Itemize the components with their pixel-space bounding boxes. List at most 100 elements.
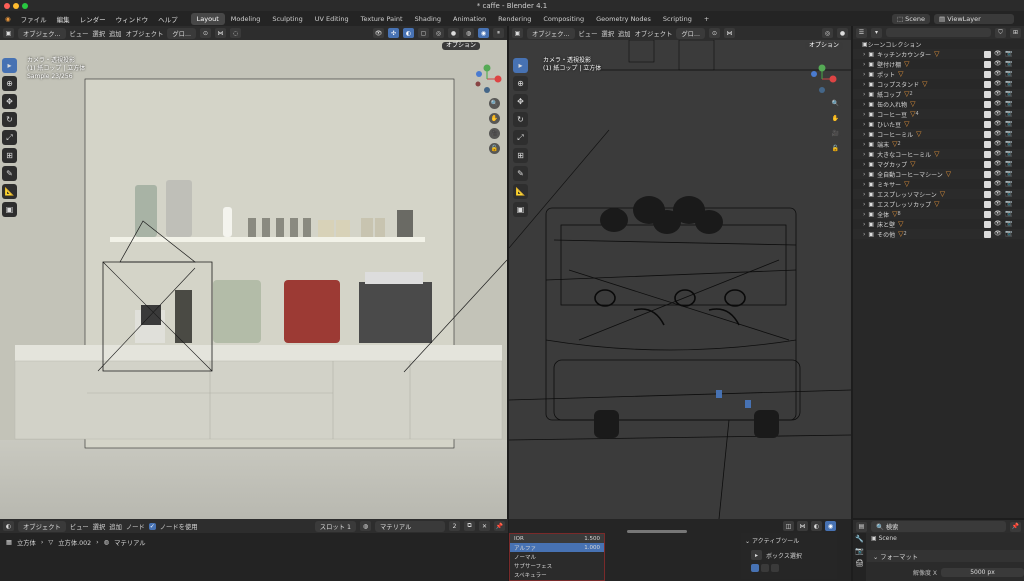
material-users-count[interactable]: 2	[449, 521, 460, 531]
eye-icon[interactable]: 👁	[994, 60, 1002, 67]
add-cube-tool-icon[interactable]: ▣	[513, 202, 528, 217]
duplicate-material-icon[interactable]: ⧉	[464, 521, 475, 531]
shader-editor-canvas[interactable]: ▦ 立方体 › ▽ 立方体.002 › ◍ マテリアル	[0, 533, 508, 581]
transform-orientation[interactable]: グロ...	[676, 27, 705, 39]
camera-render-icon[interactable]: 📷	[1005, 140, 1012, 147]
tool-tab-icon[interactable]: 🔧	[853, 533, 866, 545]
render-tab-icon[interactable]: 📷	[853, 545, 866, 557]
tab-sculpting[interactable]: Sculpting	[266, 13, 308, 25]
chevron-right-icon[interactable]: ›	[863, 101, 865, 108]
scale-tool-icon[interactable]: ⤢	[2, 130, 17, 145]
camera-render-icon[interactable]: 📷	[1005, 190, 1012, 197]
select-tool-icon[interactable]: ▸	[513, 58, 528, 73]
menu-window[interactable]: ウィンドウ	[111, 14, 154, 24]
select-mode-subtract-icon[interactable]	[771, 564, 779, 572]
solid-shading-icon[interactable]: ●	[837, 28, 848, 38]
camera-render-icon[interactable]: 📷	[1005, 230, 1012, 237]
properties-editor-icon[interactable]: ▤	[856, 521, 867, 532]
camera-render-icon[interactable]: 📷	[1005, 150, 1012, 157]
tab-compositing[interactable]: Compositing	[537, 13, 590, 25]
menu-view[interactable]: ビュー	[70, 522, 89, 531]
camera-render-icon[interactable]: 📷	[1005, 70, 1012, 77]
exclude-checkbox[interactable]	[984, 170, 991, 178]
exclude-checkbox[interactable]	[984, 150, 991, 158]
eye-icon[interactable]: 👁	[994, 230, 1002, 237]
outliner-collection-row[interactable]: › ▣ コーヒーミル ▽ 👁 📷	[853, 129, 1024, 139]
chevron-right-icon[interactable]: ›	[863, 111, 865, 118]
pin-icon[interactable]: 📌	[494, 521, 505, 531]
exclude-checkbox[interactable]	[984, 130, 991, 138]
eye-icon[interactable]: 👁	[994, 120, 1002, 127]
outliner-editor-icon[interactable]: ☰	[856, 27, 867, 38]
pan-hand-icon[interactable]: ✋	[830, 113, 841, 124]
chevron-right-icon[interactable]: ›	[863, 131, 865, 138]
tab-uv-editing[interactable]: UV Editing	[309, 13, 355, 25]
menu-add[interactable]: 追加	[109, 522, 122, 531]
tab-modeling[interactable]: Modeling	[225, 13, 267, 25]
chevron-right-icon[interactable]: ›	[863, 151, 865, 158]
outliner-collection-row[interactable]: › ▣ ひいた豆 ▽ 👁 📷	[853, 119, 1024, 129]
node-socket-row[interactable]: ノーマル	[510, 552, 604, 561]
pan-hand-icon[interactable]: ✋	[489, 113, 500, 124]
select-tool-icon[interactable]: ▸	[2, 58, 17, 73]
editor-type-icon[interactable]: ▣	[512, 28, 523, 38]
active-tool-header[interactable]: ⌄ アクティブツール	[741, 533, 837, 548]
rotate-tool-icon[interactable]: ↻	[2, 112, 17, 127]
tab-shading[interactable]: Shading	[409, 13, 447, 25]
menu-add[interactable]: 追加	[109, 29, 122, 38]
menu-node[interactable]: ノード	[126, 522, 145, 531]
menu-file[interactable]: ファイル	[16, 14, 52, 24]
tab-layout[interactable]: Layout	[190, 12, 225, 25]
mode-selector[interactable]: オブジェク...	[527, 27, 575, 39]
eye-icon[interactable]: 👁	[994, 170, 1002, 177]
chevron-right-icon[interactable]: ›	[863, 221, 865, 228]
measure-tool-icon[interactable]: 📐	[513, 184, 528, 199]
select-mode-new-icon[interactable]	[751, 564, 759, 572]
eye-icon[interactable]: 👁	[994, 100, 1002, 107]
snap-icon[interactable]: ⋈	[797, 521, 808, 531]
camera-render-icon[interactable]: 📷	[1005, 170, 1012, 177]
blender-logo-icon[interactable]: ◉	[0, 15, 16, 23]
chevron-right-icon[interactable]: ›	[863, 231, 865, 238]
tab-rendering[interactable]: Rendering	[492, 13, 537, 25]
exclude-checkbox[interactable]	[984, 70, 991, 78]
outliner-collection-row[interactable]: › ▣ エスプレッソマシーン ▽ 👁 📷	[853, 189, 1024, 199]
principled-bsdf-node[interactable]: IOR 1.500 アルファ 1.000 ノーマル サブサーフェス スペキュラー	[509, 533, 605, 581]
visibility-icon[interactable]: 👁	[373, 28, 384, 38]
outliner-collection-row[interactable]: › ▣ キッチンカウンター ▽ 👁 📷	[853, 49, 1024, 59]
menu-select[interactable]: 選択	[601, 29, 614, 38]
ruler-icon[interactable]: ◫	[783, 521, 794, 531]
menu-view[interactable]: ビュー	[579, 29, 598, 38]
exclude-checkbox[interactable]	[984, 100, 991, 108]
material-shading-icon[interactable]: ◍	[463, 28, 474, 38]
move-tool-icon[interactable]: ✥	[513, 94, 528, 109]
node-socket-row[interactable]: スペキュラー	[510, 570, 604, 579]
camera-render-icon[interactable]: 📷	[1005, 80, 1012, 87]
outliner-collection-row[interactable]: › ▣ マグカップ ▽ 👁 📷	[853, 159, 1024, 169]
eye-icon[interactable]: 👁	[994, 140, 1002, 147]
camera-render-icon[interactable]: 📷	[1005, 120, 1012, 127]
outliner-collection-row[interactable]: › ▣ 紙コップ ▽ 2 👁 📷	[853, 89, 1024, 99]
navigation-gizmo-icon[interactable]	[807, 64, 837, 94]
chevron-right-icon[interactable]: ›	[863, 171, 865, 178]
exclude-checkbox[interactable]	[984, 50, 991, 58]
chevron-right-icon[interactable]: ›	[863, 201, 865, 208]
outliner-collection-row[interactable]: › ▣ エスプレッソカップ ▽ 👁 📷	[853, 199, 1024, 209]
select-mode-extend-icon[interactable]	[761, 564, 769, 572]
outliner-collection-row[interactable]: › ▣ ポット ▽ 👁 📷	[853, 69, 1024, 79]
material-name-field[interactable]: マテリアル	[375, 520, 445, 532]
outliner-collection-row[interactable]: › ▣ 壁付け棚 ▽ 👁 📷	[853, 59, 1024, 69]
add-workspace-button[interactable]: +	[698, 13, 715, 25]
eye-icon[interactable]: 👁	[994, 130, 1002, 137]
display-mode-icon[interactable]: ▾	[871, 27, 882, 38]
outliner-collection-row[interactable]: › ▣ 大きなコーヒーミル ▽ 👁 📷	[853, 149, 1024, 159]
menu-edit[interactable]: 編集	[52, 14, 75, 24]
camera-render-icon[interactable]: 📷	[1005, 60, 1012, 67]
view-layer-selector[interactable]: ▤ ViewLayer	[934, 13, 1014, 24]
transform-orientation[interactable]: グロ...	[167, 27, 196, 39]
move-tool-icon[interactable]: ✥	[2, 94, 17, 109]
transform-tool-icon[interactable]: ⊞	[2, 148, 17, 163]
eye-icon[interactable]: 👁	[994, 210, 1002, 217]
exclude-checkbox[interactable]	[984, 200, 991, 208]
box-select-tool[interactable]: ▸ ボックス選択	[741, 548, 837, 562]
